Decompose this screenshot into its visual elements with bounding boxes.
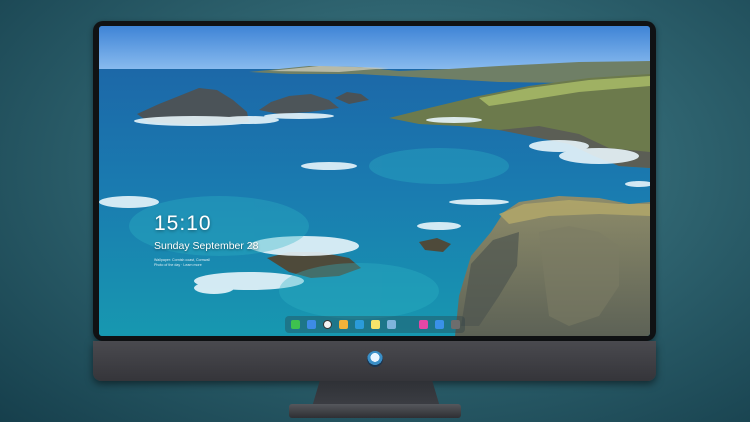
brand-logo-icon xyxy=(367,351,383,367)
desktop-background: 15:10 Sunday September 28 Wallpaper: Cor… xyxy=(0,0,750,422)
wallpaper-image xyxy=(99,26,650,336)
video-icon[interactable] xyxy=(355,320,364,329)
notes-icon[interactable] xyxy=(371,320,380,329)
lock-screen[interactable]: 15:10 Sunday September 28 Wallpaper: Cor… xyxy=(99,26,650,336)
finder-icon[interactable] xyxy=(307,320,316,329)
photos-icon[interactable] xyxy=(339,320,348,329)
caption-line-2: Photo of the day · Learn more xyxy=(154,263,202,267)
lock-clock: 15:10 xyxy=(154,212,212,235)
monitor-chin xyxy=(93,341,656,381)
messages-icon[interactable] xyxy=(291,320,300,329)
wallpaper-caption: Wallpaper: Cornish coast, Cornwall Photo… xyxy=(154,258,264,268)
safari-icon[interactable] xyxy=(435,320,444,329)
dock xyxy=(285,316,465,333)
clock-icon[interactable] xyxy=(323,320,332,329)
itunes-icon[interactable] xyxy=(419,320,428,329)
lock-date: Sunday September 28 xyxy=(154,240,259,252)
monitor-stand-foot xyxy=(289,404,461,418)
imac-monitor: 15:10 Sunday September 28 Wallpaper: Cor… xyxy=(93,21,656,382)
camera-icon[interactable] xyxy=(451,320,460,329)
monitor-bezel: 15:10 Sunday September 28 Wallpaper: Cor… xyxy=(93,21,656,341)
preview-icon[interactable] xyxy=(387,320,396,329)
